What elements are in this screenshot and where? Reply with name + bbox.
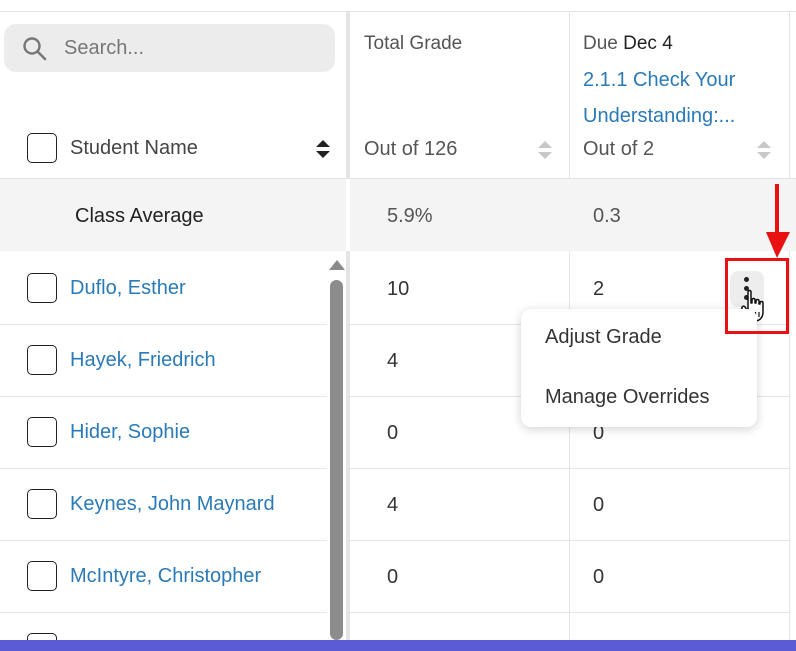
assignment-grade-cell[interactable]: 2 [593, 278, 604, 301]
row-divider [0, 324, 327, 325]
scroll-up-arrow-icon[interactable] [329, 260, 345, 270]
row-checkbox[interactable] [27, 561, 57, 591]
sort-assignment-icon[interactable] [757, 140, 771, 162]
total-out-of: Out of 126 [364, 138, 458, 160]
row-divider [0, 540, 327, 541]
menu-item-adjust-grade[interactable]: Adjust Grade [545, 326, 662, 349]
scrollbar-thumb[interactable] [330, 280, 343, 640]
total-grade-header: Total Grade [364, 33, 463, 54]
column-divider [346, 12, 350, 640]
student-name-link[interactable]: Hider, Sophie [70, 421, 190, 444]
row-checkbox[interactable] [27, 417, 57, 447]
search-box[interactable] [4, 24, 335, 72]
select-all-checkbox[interactable] [27, 133, 57, 163]
class-average-total: 5.9% [387, 205, 433, 227]
student-name-header[interactable]: Student Name [70, 137, 198, 160]
row-divider [350, 540, 790, 541]
assignment-grade-cell[interactable]: 0 [593, 566, 604, 589]
column-divider [789, 12, 790, 640]
row-checkbox[interactable] [27, 489, 57, 519]
row-divider [0, 468, 327, 469]
row-divider [0, 612, 327, 613]
total-grade-cell[interactable]: 0 [387, 422, 398, 445]
sort-total-grade-icon[interactable] [538, 140, 552, 162]
row-checkbox[interactable] [27, 273, 57, 303]
top-border [0, 0, 796, 12]
total-grade-cell[interactable]: 4 [387, 350, 398, 373]
student-name-link[interactable]: Duflo, Esther [70, 277, 186, 300]
search-input[interactable] [64, 34, 324, 62]
search-icon [23, 37, 47, 61]
grade-context-menu: Adjust Grade Manage Overrides [521, 309, 757, 427]
total-grade-cell[interactable]: 10 [387, 278, 409, 301]
annotation-arrow-icon [766, 184, 790, 258]
student-name-link[interactable]: Hayek, Friedrich [70, 349, 216, 372]
assignment-due: Due Dec 4 [583, 33, 673, 54]
total-grade-cell[interactable]: 4 [387, 494, 398, 517]
class-average-label: Class Average [75, 205, 204, 227]
total-grade-cell[interactable]: 0 [387, 566, 398, 589]
assignment-due-date: Dec 4 [623, 33, 673, 54]
assignment-grade-cell[interactable]: 0 [593, 494, 604, 517]
row-divider [0, 396, 327, 397]
annotation-highlight-box [725, 258, 789, 334]
row-checkbox[interactable] [27, 633, 57, 640]
assignment-title-link[interactable]: Understanding:... [583, 105, 735, 128]
row-divider [350, 468, 790, 469]
student-name-link[interactable]: Keynes, John Maynard [70, 493, 275, 516]
menu-item-manage-overrides[interactable]: Manage Overrides [545, 386, 710, 409]
bottom-bar [0, 640, 796, 651]
row-divider [350, 612, 790, 613]
sort-student-name-icon[interactable] [316, 139, 330, 161]
row-checkbox[interactable] [27, 345, 57, 375]
assignment-title-link[interactable]: 2.1.1 Check Your [583, 69, 735, 92]
student-name-link[interactable]: McIntyre, Christopher [70, 565, 261, 588]
assignment-out-of: Out of 2 [583, 138, 655, 160]
class-average-assignment: 0.3 [593, 205, 621, 227]
